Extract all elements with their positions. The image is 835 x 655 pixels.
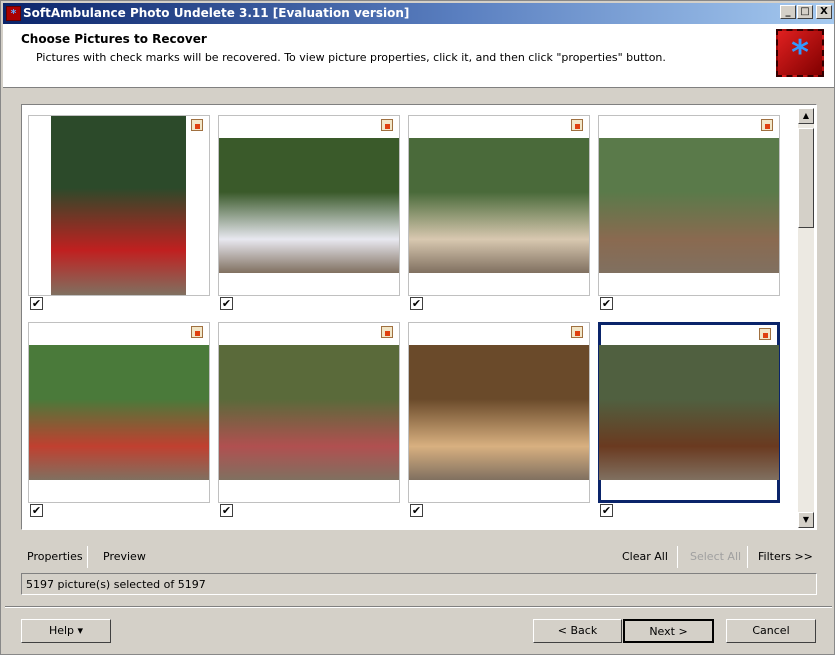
help-button[interactable]: Help ▾ [21, 619, 111, 643]
clear-all-button[interactable]: Clear All [622, 550, 668, 563]
divider [5, 606, 832, 608]
recover-checkbox[interactable]: ✔ [220, 297, 233, 310]
photo [219, 345, 399, 480]
scroll-thumb[interactable] [798, 128, 814, 228]
recover-checkbox[interactable]: ✔ [410, 504, 423, 517]
picture-file-icon [381, 326, 393, 338]
photo [409, 345, 589, 480]
picture-file-icon [381, 119, 393, 131]
picture-thumbnail[interactable] [28, 322, 210, 503]
title-bar: * SoftAmbulance Photo Undelete 3.11 [Eva… [3, 3, 834, 24]
picture-file-icon [761, 119, 773, 131]
picture-grid: ✔ ✔ ✔ ✔ ✔ ✔ ✔ ✔ [21, 104, 817, 530]
divider [747, 546, 748, 568]
picture-file-icon [571, 326, 583, 338]
properties-button[interactable]: Properties [27, 550, 83, 563]
picture-thumbnail[interactable] [408, 322, 590, 503]
wizard-header: Choose Pictures to Recover Pictures with… [3, 24, 834, 88]
photo [599, 138, 779, 273]
picture-thumbnail[interactable] [598, 322, 780, 503]
recover-checkbox[interactable]: ✔ [30, 297, 43, 310]
back-button[interactable]: < Back [533, 619, 622, 643]
divider [87, 546, 88, 568]
picture-file-icon [571, 119, 583, 131]
page-subtitle: Pictures with check marks will be recove… [36, 51, 666, 64]
recover-checkbox[interactable]: ✔ [600, 297, 613, 310]
next-button[interactable]: Next > [623, 619, 714, 643]
scroll-up-button[interactable]: ▲ [798, 108, 814, 124]
photo [219, 138, 399, 273]
scroll-down-button[interactable]: ▼ [798, 512, 814, 528]
app-window: * SoftAmbulance Photo Undelete 3.11 [Eva… [0, 0, 835, 655]
picture-thumbnail[interactable] [218, 115, 400, 296]
divider [677, 546, 678, 568]
photo [599, 345, 779, 480]
picture-file-icon [191, 326, 203, 338]
window-title: SoftAmbulance Photo Undelete 3.11 [Evalu… [23, 6, 410, 20]
select-all-button[interactable]: Select All [690, 550, 741, 563]
picture-thumbnail[interactable] [598, 115, 780, 296]
photo [409, 138, 589, 273]
filters-button[interactable]: Filters >> [758, 550, 813, 563]
page-title: Choose Pictures to Recover [21, 32, 207, 46]
minimize-button[interactable]: _ [780, 5, 796, 19]
status-bar: 5197 picture(s) selected of 5197 [21, 573, 817, 595]
picture-thumbnail[interactable] [218, 322, 400, 503]
recover-checkbox[interactable]: ✔ [30, 504, 43, 517]
maximize-button[interactable]: □ [797, 5, 813, 19]
recover-checkbox[interactable]: ✔ [600, 504, 613, 517]
photo [51, 116, 186, 295]
app-logo: * [776, 29, 824, 77]
app-icon: * [6, 6, 21, 21]
vertical-scrollbar[interactable]: ▲ ▼ [798, 108, 814, 528]
close-button[interactable]: X [816, 5, 832, 19]
picture-thumbnail[interactable] [28, 115, 210, 296]
recover-checkbox[interactable]: ✔ [220, 504, 233, 517]
picture-thumbnail[interactable] [408, 115, 590, 296]
preview-button[interactable]: Preview [103, 550, 146, 563]
picture-file-icon [191, 119, 203, 131]
cancel-button[interactable]: Cancel [726, 619, 816, 643]
recover-checkbox[interactable]: ✔ [410, 297, 423, 310]
photo [29, 345, 209, 480]
picture-file-icon [759, 328, 771, 340]
